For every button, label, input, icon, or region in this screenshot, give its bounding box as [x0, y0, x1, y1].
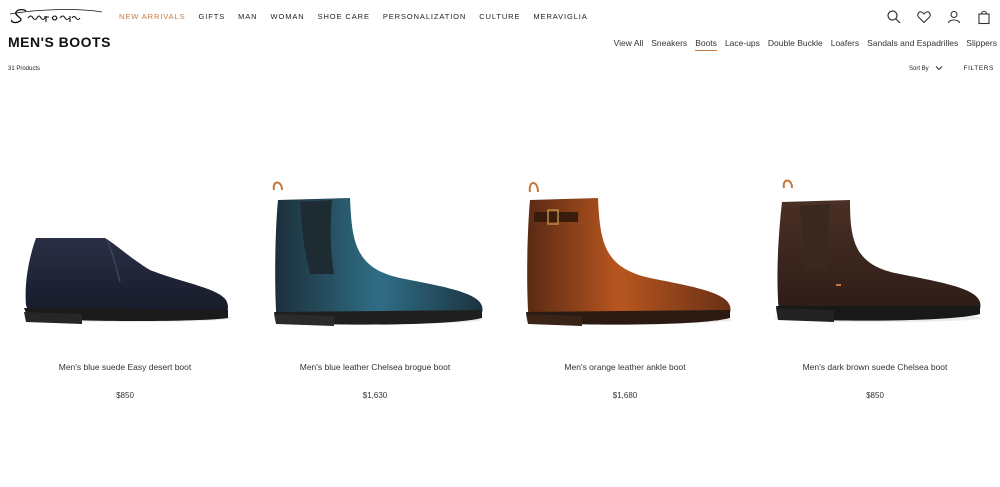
product-image[interactable]: [0, 150, 250, 340]
product-count: 31 Products: [8, 66, 41, 72]
subnav-sneakers[interactable]: Sneakers: [651, 38, 687, 51]
nav-gifts[interactable]: GIFTS: [199, 12, 226, 21]
subnav-view-all[interactable]: View All: [614, 38, 644, 51]
user-icon[interactable]: [946, 9, 962, 25]
nav-culture[interactable]: CULTURE: [479, 12, 520, 21]
search-icon[interactable]: [886, 9, 902, 25]
product-name[interactable]: Men's dark brown suede Chelsea boot: [750, 362, 1000, 372]
product-name[interactable]: Men's blue leather Chelsea brogue boot: [250, 362, 500, 372]
subnav-slippers[interactable]: Slippers: [966, 38, 997, 51]
product-price: $850: [116, 391, 134, 400]
product-name[interactable]: Men's blue suede Easy desert boot: [0, 362, 250, 372]
header-icons: [886, 9, 992, 25]
subnav-boots[interactable]: Boots: [695, 38, 717, 51]
product-image[interactable]: [250, 150, 500, 340]
product-price: $850: [866, 391, 884, 400]
nav-personalization[interactable]: PERSONALIZATION: [383, 12, 466, 21]
product-image[interactable]: [500, 150, 750, 340]
filters-button[interactable]: FILTERS: [964, 65, 994, 72]
brand-logo[interactable]: [8, 6, 104, 26]
sort-by-dropdown[interactable]: Sort By: [909, 65, 943, 73]
product-image[interactable]: [750, 150, 1000, 340]
nav-woman[interactable]: WOMAN: [270, 12, 304, 21]
product-card[interactable]: Men's dark brown suede Chelsea boot $850: [750, 150, 1000, 410]
nav-meraviglia[interactable]: MERAVIGLIA: [533, 12, 587, 21]
product-price: $1,630: [362, 391, 388, 400]
subnav-double-buckle[interactable]: Double Buckle: [768, 38, 823, 51]
nav-man[interactable]: MAN: [238, 12, 257, 21]
main-nav: NEW ARRIVALS GIFTS MAN WOMAN SHOE CARE P…: [119, 12, 601, 21]
subnav-loafers[interactable]: Loafers: [831, 38, 859, 51]
product-name[interactable]: Men's orange leather ankle boot: [500, 362, 750, 372]
category-subnav: View All Sneakers Boots Lace-ups Double …: [606, 38, 997, 51]
top-bar: NEW ARRIVALS GIFTS MAN WOMAN SHOE CARE P…: [0, 0, 1000, 34]
bag-icon[interactable]: [976, 9, 992, 25]
product-price: $1,680: [612, 391, 638, 400]
nav-shoe-care[interactable]: SHOE CARE: [318, 12, 370, 21]
page-title: MEN'S BOOTS: [8, 34, 111, 50]
product-grid: Men's blue suede Easy desert boot $850 M…: [0, 150, 1000, 410]
heart-icon[interactable]: [916, 9, 932, 25]
product-card[interactable]: Men's blue suede Easy desert boot $850: [0, 150, 250, 410]
nav-new-arrivals[interactable]: NEW ARRIVALS: [119, 12, 186, 21]
product-card[interactable]: Men's blue leather Chelsea brogue boot $…: [250, 150, 500, 410]
sort-by-label: Sort By: [909, 66, 929, 72]
subnav-sandals-espadrilles[interactable]: Sandals and Espadrilles: [867, 38, 958, 51]
product-card[interactable]: Men's orange leather ankle boot $1,680: [500, 150, 750, 410]
chevron-down-icon: [935, 65, 943, 73]
subnav-lace-ups[interactable]: Lace-ups: [725, 38, 760, 51]
